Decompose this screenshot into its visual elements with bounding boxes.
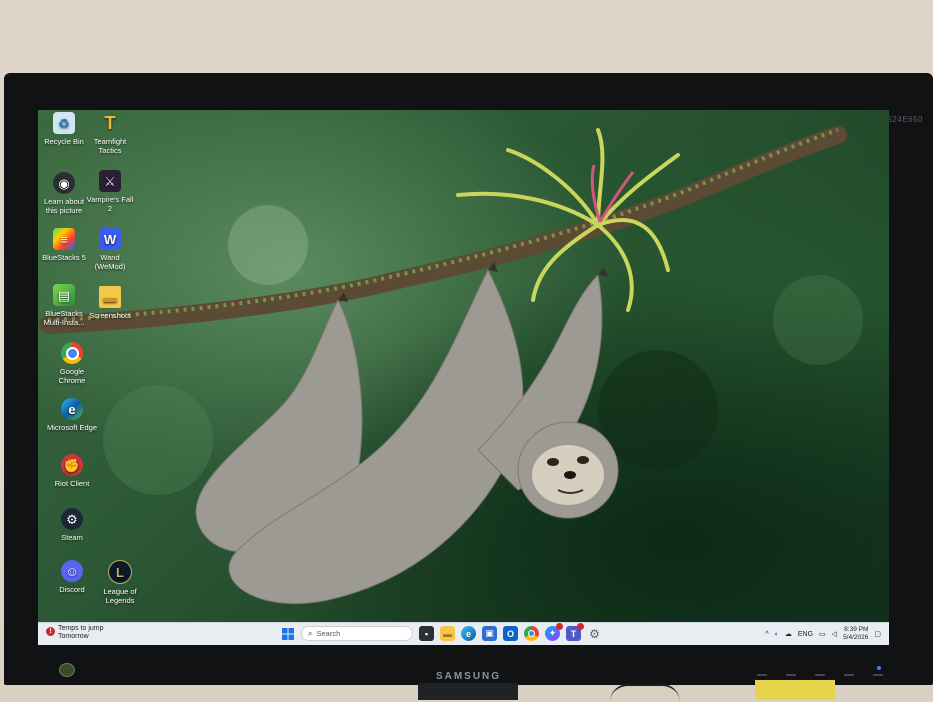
monitor-icon[interactable]: ▭: [819, 630, 826, 638]
weather-alert-icon: !: [46, 627, 55, 636]
desktop-icon-teamfight-tactics[interactable]: T Teamfight Tactics: [84, 112, 136, 156]
teamfight-tactics-icon: T: [104, 112, 116, 133]
notification-badge: [556, 623, 563, 630]
notifications-icon[interactable]: ▢: [874, 630, 881, 638]
weather-line-1: Temps to jump: [58, 625, 104, 632]
desktop-icon-bluestacks[interactable]: ≡ BlueStacks 5: [38, 228, 90, 262]
monitor-stand: [418, 683, 518, 700]
desktop-icon-screenshots-folder[interactable]: ▬ Screenshots: [84, 286, 136, 320]
desktop-icon-recycle-bin[interactable]: ♻ Recycle Bin: [38, 112, 90, 146]
monitor-bezel: S24E650 ♻ Recycle Bin ◉ Learn about this…: [4, 73, 933, 685]
desktop-icon-wand[interactable]: W Wand (WeMod): [84, 228, 136, 271]
cable: [610, 684, 680, 702]
clock-date: 5/4/2026: [843, 634, 869, 641]
cloud-icon[interactable]: ☁: [785, 630, 792, 638]
desktop-icon-league-of-legends[interactable]: L League of Legends: [94, 560, 146, 605]
edge-icon: e: [61, 398, 83, 420]
discord-icon: ☺: [61, 560, 83, 582]
wand-icon: W: [99, 228, 121, 250]
store-icon[interactable]: ▣: [482, 626, 497, 641]
monitor-button[interactable]: [757, 674, 767, 676]
desk-object: [755, 680, 835, 700]
recycle-bin-icon: ♻: [53, 112, 75, 134]
file-explorer-icon[interactable]: ▬: [440, 626, 455, 641]
chrome-icon: [61, 342, 83, 364]
desktop-wallpaper: [39, 126, 863, 605]
messenger-icon[interactable]: ✦: [545, 623, 563, 641]
chevron-up-icon[interactable]: ^: [765, 631, 768, 638]
taskbar: ! Temps to jump Tomorrow ⌕ Search ▪ ▬ e …: [38, 622, 889, 645]
language-indicator[interactable]: ENG: [798, 631, 813, 638]
chrome-taskbar-icon[interactable]: [524, 626, 539, 641]
teams-icon[interactable]: T: [566, 623, 584, 641]
outlook-icon[interactable]: O: [503, 626, 518, 641]
clock-time: 8:39 PM: [844, 626, 869, 633]
windows-start-icon[interactable]: [280, 626, 295, 641]
search-placeholder: Search: [316, 629, 341, 638]
learn-about-picture-icon: ◉: [53, 172, 75, 194]
network-status-icon[interactable]: ◐: [775, 631, 779, 638]
monitor-button[interactable]: [815, 674, 825, 676]
taskbar-search-box[interactable]: ⌕ Search: [301, 626, 413, 641]
bluestacks-multi-icon: ▤: [53, 284, 75, 306]
power-led: [877, 666, 881, 670]
desktop-icon-edge[interactable]: e Microsoft Edge: [46, 398, 98, 432]
volume-icon[interactable]: ◁: [832, 630, 837, 638]
riot-client-icon: ✊: [61, 454, 83, 476]
desktop-icon-riot-client[interactable]: ✊ Riot Client: [46, 454, 98, 488]
desktop-icon-learn-about-picture[interactable]: ◉ Learn about this picture: [38, 172, 90, 215]
monitor-model-label: S24E650: [886, 115, 923, 124]
monitor-button[interactable]: [873, 674, 883, 676]
desktop-icon-steam[interactable]: ⚙ Steam: [46, 508, 98, 542]
search-icon: ⌕: [308, 628, 313, 638]
notification-badge: [577, 623, 584, 630]
clock[interactable]: 8:39 PM 5/4/2026: [843, 626, 868, 642]
settings-icon[interactable]: ⚙: [587, 626, 602, 641]
bluestacks-icon: ≡: [53, 228, 75, 250]
taskbar-pinned: ⌕ Search ▪ ▬ e ▣ O ✦ T ⚙: [280, 623, 602, 641]
weather-line-2: Tomorrow: [58, 633, 89, 640]
steam-icon: ⚙: [61, 508, 83, 530]
desktop-icon-discord[interactable]: ☺ Discord: [46, 560, 98, 594]
desktop-icon-chrome[interactable]: Google Chrome: [46, 342, 98, 385]
system-tray: ^ ◐ ☁ ENG ▭ ◁ 8:39 PM 5/4/2026 ▢: [765, 626, 881, 642]
vampires-fall-icon: ⚔: [99, 170, 121, 192]
monitor-button[interactable]: [844, 674, 854, 676]
task-view-icon[interactable]: ▪: [419, 626, 434, 641]
weather-widget[interactable]: ! Temps to jump Tomorrow: [46, 625, 104, 641]
folder-icon: ▬: [99, 286, 121, 308]
desktop-icon-bluestacks-multi[interactable]: ▤ BlueStacks Multi-Insta...: [38, 284, 90, 327]
monitor-buttons: [757, 674, 883, 676]
monitor-button[interactable]: [786, 674, 796, 676]
desktop-screen: ♻ Recycle Bin ◉ Learn about this picture…: [38, 110, 889, 645]
edge-taskbar-icon[interactable]: e: [461, 626, 476, 641]
desktop-icon-vampires-fall[interactable]: ⚔ Vampire's Fall 2: [84, 170, 136, 213]
league-of-legends-icon: L: [108, 560, 132, 584]
